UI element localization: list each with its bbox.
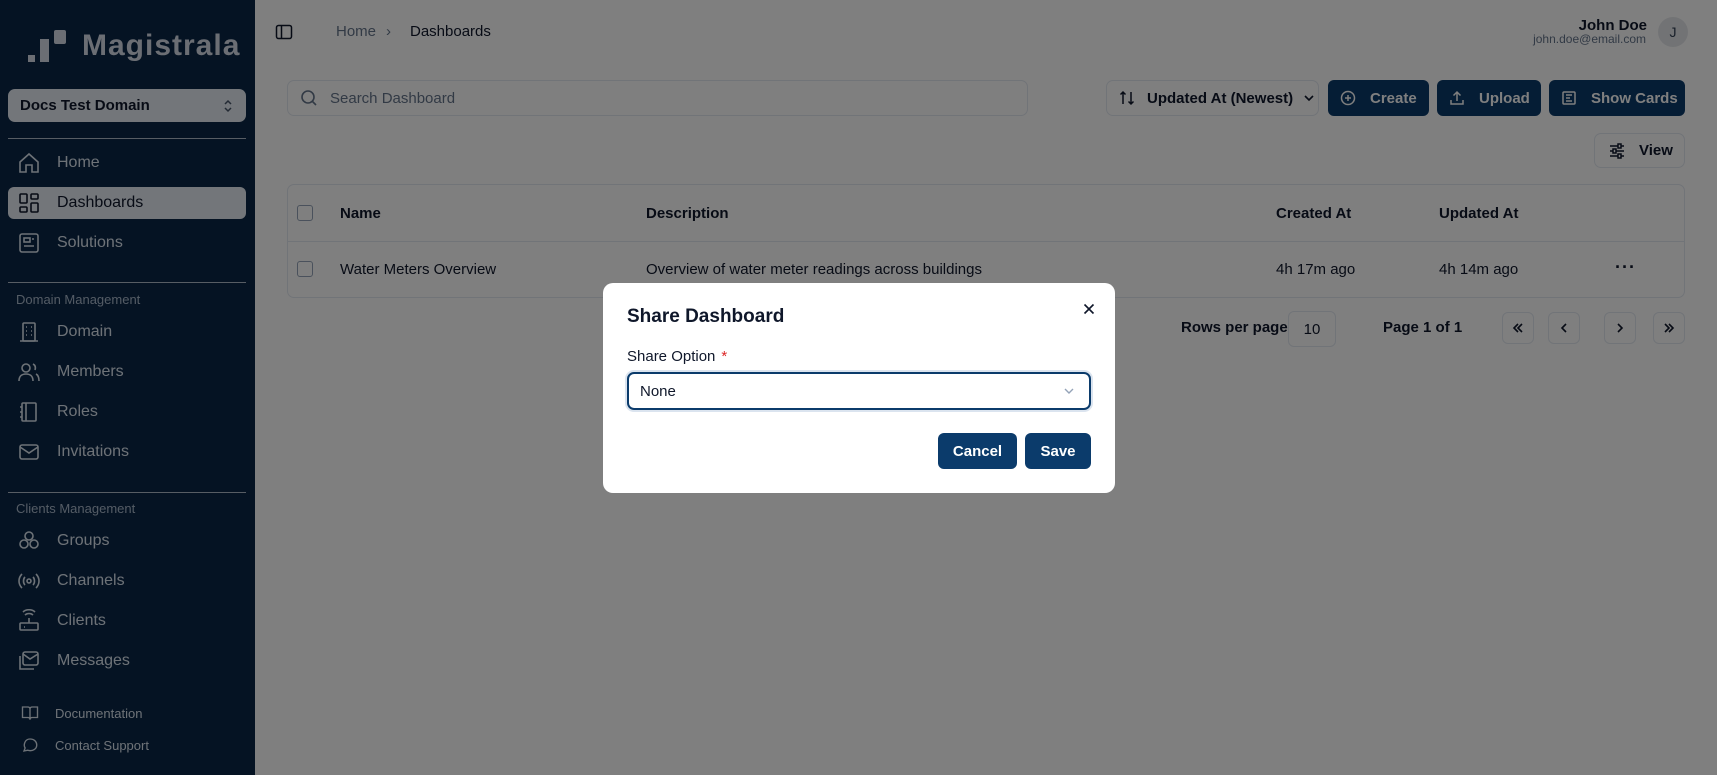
- share-option-select[interactable]: None: [627, 372, 1091, 410]
- cancel-button[interactable]: Cancel: [938, 433, 1017, 469]
- share-option-label: Share Option *: [627, 348, 727, 365]
- selected-value: None: [640, 382, 676, 400]
- share-dashboard-dialog: Share Dashboard Share Option * None Cance…: [603, 283, 1115, 493]
- field-label-text: Share Option: [627, 348, 716, 365]
- dialog-title: Share Dashboard: [627, 306, 785, 327]
- close-icon[interactable]: [1080, 300, 1098, 318]
- save-button[interactable]: Save: [1025, 433, 1091, 469]
- required-mark: *: [721, 348, 728, 365]
- chevron-down-icon: [1064, 388, 1074, 394]
